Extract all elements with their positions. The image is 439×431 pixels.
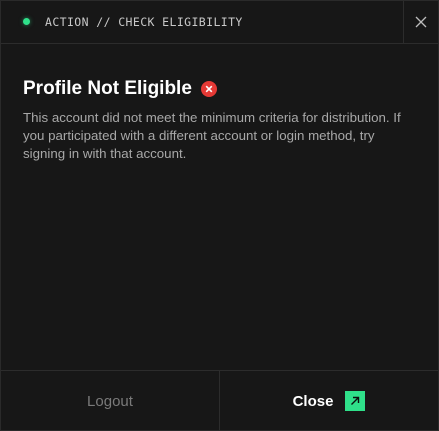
arrow-up-right-icon <box>345 391 366 411</box>
modal-header-title: ACTION // CHECK ELIGIBILITY <box>45 15 243 29</box>
modal-header: ACTION // CHECK ELIGIBILITY <box>1 1 438 44</box>
close-button-label: Close <box>292 392 334 410</box>
modal-footer: Logout Close <box>1 370 438 431</box>
close-icon <box>415 16 427 28</box>
eligibility-modal: ACTION // CHECK ELIGIBILITY Profile Not … <box>0 0 439 431</box>
page-title: Profile Not Eligible <box>23 78 192 99</box>
description-text: This account did not meet the minimum cr… <box>23 110 401 161</box>
logout-button[interactable]: Logout <box>1 371 220 431</box>
close-button[interactable]: Close <box>220 371 438 431</box>
close-icon-button[interactable] <box>404 1 438 43</box>
title-row: Profile Not Eligible <box>23 78 217 100</box>
logout-button-label: Logout <box>87 392 133 410</box>
status-dot-icon <box>23 18 30 25</box>
error-x-circle-icon <box>200 81 217 97</box>
